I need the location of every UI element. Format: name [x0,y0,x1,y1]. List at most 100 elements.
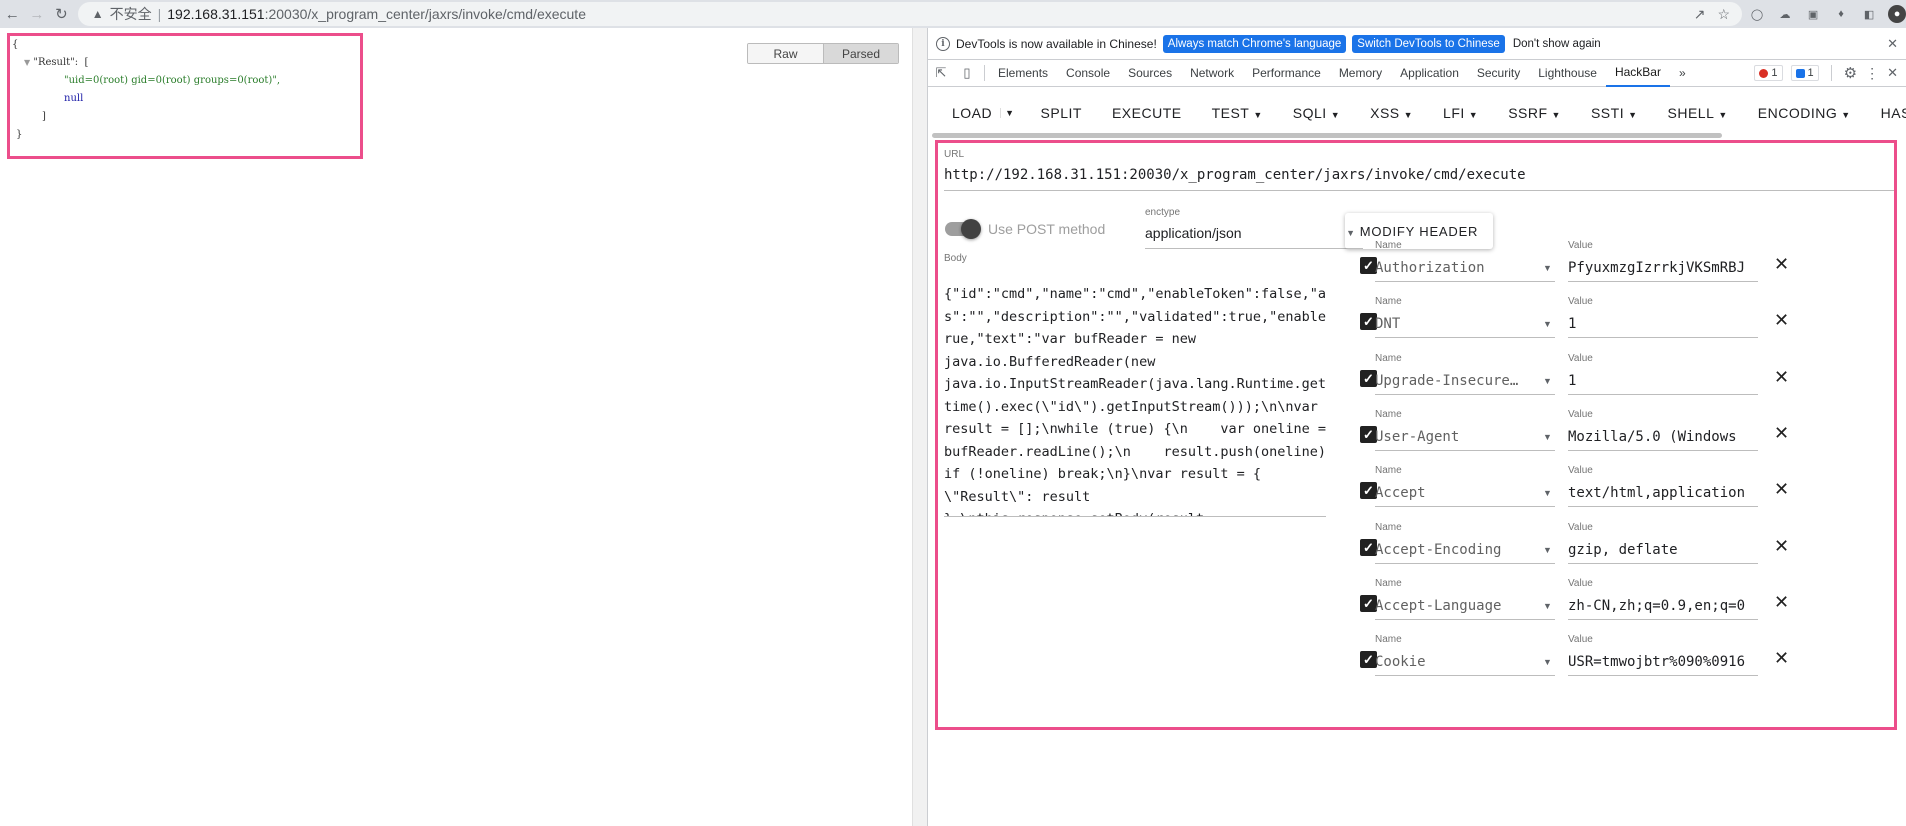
tab-application[interactable]: Application [1391,60,1468,87]
raw-button[interactable]: Raw [748,44,823,63]
header-name-input[interactable]: Accept-Language [1375,594,1555,620]
encoding-menu[interactable]: ENCODING ▼ [1758,105,1851,121]
delete-header-icon[interactable]: ✕ [1774,592,1789,613]
header-name-input[interactable]: Upgrade-Insecure… [1375,369,1555,395]
header-name-field[interactable]: Name User-Agent ▼ [1375,409,1555,451]
header-name-field[interactable]: Name Accept ▼ [1375,465,1555,508]
extension-cloud-icon[interactable]: ☁ [1776,5,1794,23]
header-value-field[interactable]: Value Mozilla/5.0 (Windows [1568,409,1758,451]
header-name-input[interactable]: User-Agent [1375,425,1555,451]
extensions-puzzle-icon[interactable]: ♦ [1832,5,1850,23]
warning-icon[interactable]: ▲ [92,7,104,21]
chevron-down-icon[interactable]: ▼ [1543,657,1552,667]
settings-gear-icon[interactable]: ⚙ [1844,64,1857,82]
toolbar-scrollbar[interactable] [932,133,1722,138]
tab-performance[interactable]: Performance [1243,60,1330,87]
forward-icon[interactable]: → [25,1,50,27]
header-name-field[interactable]: Name DNT ▼ [1375,296,1555,339]
chevron-down-icon[interactable]: ▼ [1543,319,1552,329]
device-toolbar-icon[interactable]: ▯ [954,65,980,81]
dont-show-again-button[interactable]: Don't show again [1513,38,1601,50]
delete-header-icon[interactable]: ✕ [1774,254,1789,275]
more-tabs-icon[interactable]: » [1670,60,1695,87]
back-icon[interactable]: ← [0,1,25,27]
hash-menu[interactable]: HASH [1881,105,1906,121]
always-match-language-button[interactable]: Always match Chrome's language [1162,34,1347,53]
ssti-menu[interactable]: SSTI ▼ [1591,105,1638,121]
header-value-input[interactable]: PfyuxmzgIzrrkjVKSmRBJ [1568,256,1758,282]
address-bar[interactable]: ▲ 不安全 | 192.168.31.151:20030/x_program_c… [77,2,1743,26]
tab-network[interactable]: Network [1181,60,1243,87]
header-name-field[interactable]: Name Authorization ▼ [1375,240,1555,282]
delete-header-icon[interactable]: ✕ [1774,536,1789,557]
header-name-field[interactable]: Name Cookie ▼ [1375,634,1555,677]
chevron-down-icon[interactable]: ▼ [1543,376,1552,386]
delete-header-icon[interactable]: ✕ [1774,310,1789,331]
header-value-input[interactable]: zh-CN,zh;q=0.9,en;q=0 [1568,594,1758,620]
bookmark-star-icon[interactable]: ☆ [1717,6,1730,23]
reload-icon[interactable]: ↻ [49,1,74,27]
header-value-field[interactable]: Value 1 [1568,296,1758,339]
header-value-input[interactable]: USR=tmwojbtr%090%0916 [1568,650,1758,677]
switch-to-chinese-button[interactable]: Switch DevTools to Chinese [1352,34,1505,53]
execute-button[interactable]: EXECUTE [1112,105,1182,121]
header-value-field[interactable]: Value zh-CN,zh;q=0.9,en;q=0 [1568,578,1758,620]
lfi-menu[interactable]: LFI ▼ [1443,105,1478,121]
xss-menu[interactable]: XSS ▼ [1370,105,1413,121]
header-value-field[interactable]: Value PfyuxmzgIzrrkjVKSmRBJ [1568,240,1758,282]
load-button[interactable]: LOAD [952,105,992,121]
page-scrollbar[interactable] [912,28,927,826]
message-count-badge[interactable]: 1 [1790,65,1819,81]
delete-header-icon[interactable]: ✕ [1774,423,1789,444]
error-count-badge[interactable]: 1 [1754,65,1783,81]
more-options-icon[interactable]: ⋮ [1865,65,1879,82]
header-value-input[interactable]: gzip, deflate [1568,538,1758,564]
tab-lighthouse[interactable]: Lighthouse [1529,60,1606,87]
inspect-element-icon[interactable]: ⇱ [928,65,954,81]
test-menu[interactable]: TEST ▼ [1212,105,1263,121]
chevron-down-icon[interactable]: ▼ [1543,263,1552,273]
shell-menu[interactable]: SHELL ▼ [1668,105,1728,121]
close-devtools-icon[interactable]: ✕ [1887,65,1898,81]
header-value-field[interactable]: Value USR=tmwojbtr%090%0916 [1568,634,1758,677]
chevron-down-icon[interactable]: ▼ [1543,601,1552,611]
use-post-toggle[interactable] [945,219,981,239]
ssrf-menu[interactable]: SSRF ▼ [1508,105,1561,121]
header-name-input[interactable]: Cookie [1375,650,1555,677]
share-icon[interactable]: ↗ [1694,6,1706,23]
header-name-input[interactable]: Accept [1375,481,1555,508]
sqli-menu[interactable]: SQLI ▼ [1293,105,1340,121]
tab-elements[interactable]: Elements [989,60,1057,87]
side-panel-icon[interactable]: ◧ [1860,5,1878,23]
header-value-input[interactable]: text/html,application [1568,481,1758,508]
tab-hackbar[interactable]: HackBar [1605,60,1670,87]
split-button[interactable]: SPLIT [1041,105,1082,121]
header-value-field[interactable]: Value gzip, deflate [1568,522,1758,564]
header-name-field[interactable]: Name Upgrade-Insecure… ▼ [1375,353,1555,395]
delete-header-icon[interactable]: ✕ [1774,479,1789,500]
load-dropdown-icon[interactable]: ▼ [1000,107,1014,118]
extension-save-icon[interactable]: ▣ [1804,5,1822,23]
header-name-field[interactable]: Name Accept-Encoding ▼ [1375,522,1555,564]
delete-header-icon[interactable]: ✕ [1774,367,1789,388]
parsed-button[interactable]: Parsed [823,44,898,63]
tab-sources[interactable]: Sources [1119,60,1181,87]
header-value-input[interactable]: 1 [1568,312,1758,339]
url-input[interactable]: http://192.168.31.151:20030/x_program_ce… [944,167,1894,191]
chevron-down-icon[interactable]: ▼ [1543,488,1552,498]
header-name-input[interactable]: DNT [1375,312,1555,339]
header-name-input[interactable]: Accept-Encoding [1375,538,1555,564]
collapse-triangle-icon[interactable]: ▼ [24,58,30,67]
tab-memory[interactable]: Memory [1330,60,1391,87]
chevron-down-icon[interactable]: ▼ [1543,545,1552,555]
profile-avatar[interactable]: ● [1888,5,1906,23]
header-value-field[interactable]: Value text/html,application [1568,465,1758,508]
extension-circle-icon[interactable]: ◯ [1748,5,1766,23]
chevron-down-icon[interactable]: ▼ [1543,432,1552,442]
delete-header-icon[interactable]: ✕ [1774,648,1789,669]
header-value-input[interactable]: 1 [1568,369,1758,395]
close-infobar-icon[interactable]: ✕ [1887,36,1898,52]
tab-console[interactable]: Console [1057,60,1119,87]
header-value-field[interactable]: Value 1 [1568,353,1758,395]
header-name-input[interactable]: Authorization [1375,256,1555,282]
